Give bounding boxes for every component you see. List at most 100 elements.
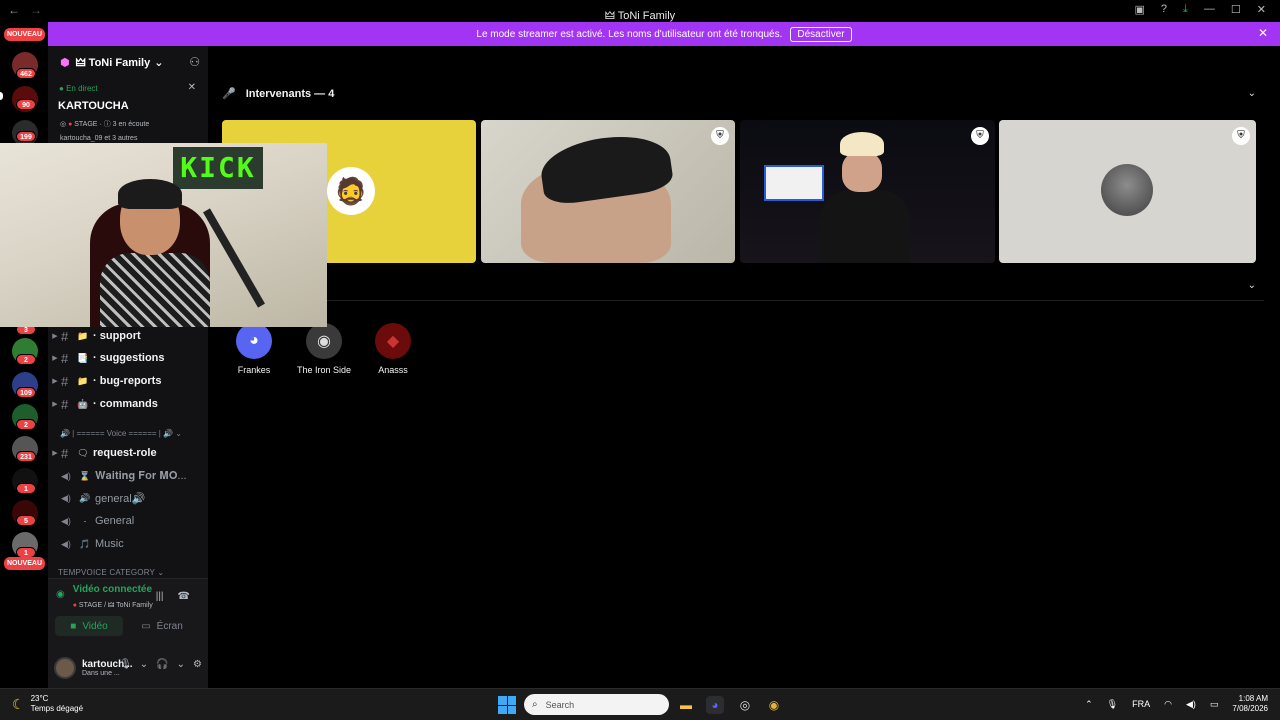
speaker-emoji-icon: 🔊 (79, 492, 91, 503)
file-explorer-icon[interactable]: ▬ (677, 696, 695, 714)
banner-close-icon[interactable]: ✕ (1258, 26, 1268, 40)
speaker-tile[interactable]: ⛨ (740, 120, 995, 263)
clock[interactable]: 1:08 AM 7/08/2026 (1232, 694, 1268, 714)
disable-streamer-button[interactable]: Désactiver (790, 26, 852, 42)
signal-icon: ◉ (56, 589, 65, 600)
unread-badge: 1 (16, 483, 36, 494)
stage-view: 🎤 Intervenants — 4 ⌄ 🧔 ⛨ ⛨ ⛨ ⌄ ◕ Frankes… (208, 46, 1280, 688)
unread-badge: 462 (16, 68, 36, 79)
headphones-icon[interactable]: 🎧 (156, 659, 168, 670)
microphone-icon[interactable]: 🎙 (119, 659, 132, 670)
chevron-down-icon[interactable]: ⌄ (1248, 280, 1256, 291)
voice-status-label[interactable]: Vidéo connectée (73, 584, 153, 595)
dot-icon: · (83, 516, 87, 526)
stage-meta: ◎ ● STAGE · ⓘ 3 en écoute (60, 121, 150, 128)
speaker-tile[interactable]: ⛨ (481, 120, 735, 263)
hash-icon: # (61, 373, 69, 389)
channel-label: · suggestions (93, 352, 165, 364)
close-window-icon[interactable]: ✕ (1257, 3, 1266, 16)
expand-arrow-icon: ▶ (52, 450, 58, 457)
disconnect-icon[interactable]: ☎ (178, 591, 190, 602)
chevron-down-icon[interactable]: ⌄ (177, 659, 185, 670)
help-icon[interactable]: ? (1161, 3, 1167, 16)
app-icon[interactable]: ◎ (736, 696, 754, 714)
microphone-icon[interactable]: 🎙 (1107, 699, 1118, 710)
voice-category-header[interactable]: 🔊 | ====== Voice ====== | 🔊 ⌄ (60, 429, 182, 438)
channel-commands[interactable]: ▶ # 🤖 · commands (48, 394, 208, 414)
tempvoice-category-header[interactable]: TEMPVOICE CATEGORY ⌄ (58, 568, 164, 577)
user-panel: kartouch... Dans une ... 🎙 ⌄ 🎧 ⌄ ⚙ (54, 653, 204, 683)
voice-panel-actions: ||| ☎ (156, 591, 190, 602)
avatar: 🧔 (327, 167, 375, 215)
channel-support[interactable]: ▶ # 📁 · support (48, 326, 208, 346)
live-stage-card[interactable]: ● En direct ✕ KARTOUCHA ◎ ● STAGE · ⓘ 3 … (48, 80, 208, 142)
expand-arrow-icon: ▶ (52, 378, 58, 385)
server-header[interactable]: ⬢ 🜲 ToNi Family ⌄ ⚇ (48, 46, 208, 78)
chevron-down-icon[interactable]: ⌄ (1248, 88, 1256, 99)
screen-share-icon: ▭ (141, 620, 151, 632)
noise-suppression-icon[interactable]: ||| (156, 591, 164, 602)
expand-arrow-icon: ▶ (52, 355, 58, 362)
video-button[interactable]: ■ Vidéo (55, 616, 123, 636)
robot-icon: 🤖 (77, 398, 89, 409)
start-button[interactable] (498, 696, 516, 714)
close-icon[interactable]: ✕ (188, 82, 196, 93)
maximize-icon[interactable]: ☐ (1231, 3, 1241, 16)
unread-badge: 109 (16, 387, 36, 398)
audience-member[interactable]: ◉ The Iron Side (289, 323, 359, 375)
new-badge: NOUVEAU (4, 557, 46, 570)
avatar: ◕ (236, 323, 272, 359)
voice-channel-waiting[interactable]: ◀) ⌛ 𝐖𝐚𝐢𝐭𝐢𝐧𝐠 𝐅𝐨𝐫 𝐌𝐎... (48, 466, 208, 486)
search-placeholder: Search (545, 699, 575, 710)
channel-suggestions[interactable]: ▶ # 📑 · suggestions (48, 348, 208, 368)
download-icon[interactable]: ⤓ (1183, 3, 1188, 16)
audience-name: Frankes (237, 365, 271, 375)
invite-icon[interactable]: ⚇ (189, 55, 200, 69)
unread-badge: 2 (16, 419, 36, 430)
banner-message: Le mode streamer est activé. Les noms d'… (476, 28, 783, 40)
audience-name: Anasss (378, 365, 408, 375)
language-indicator[interactable]: FRA (1132, 699, 1150, 709)
chevron-down-icon: ⌄ (154, 56, 164, 69)
video-feed-detail (840, 132, 884, 156)
speaker-tile[interactable]: ⛨ (999, 120, 1256, 263)
speaker-icon: ◀) (61, 492, 71, 503)
moderator-shield-icon: ⛨ (711, 127, 729, 145)
inbox-icon[interactable]: ▣ (1135, 3, 1145, 16)
voice-connection-panel: ◉ Vidéo connectée ● STAGE / 🜲 ToNi Famil… (48, 578, 208, 688)
gear-icon[interactable]: ⚙ (193, 659, 202, 670)
streamer-shirt (100, 253, 210, 327)
window-titlebar: ← → 🜲 ToNi Family ▣ ? ⤓ — ☐ ✕ (0, 0, 1280, 22)
screen-share-button[interactable]: ▭ Écran (128, 616, 196, 636)
volume-icon[interactable]: ◀) (1186, 699, 1196, 710)
avatar: ◆ (375, 323, 411, 359)
unread-badge: 5 (16, 515, 36, 526)
music-note-icon: 🎵 (79, 538, 91, 549)
channel-label: request-role (93, 447, 157, 459)
channel-request-role[interactable]: ▶ # 🗨 request-role (48, 443, 208, 463)
audience-member[interactable]: ◆ Anasss (358, 323, 428, 375)
minimize-icon[interactable]: — (1204, 3, 1215, 16)
voice-channel-music[interactable]: ◀) 🎵 Music (48, 534, 208, 554)
chevron-up-icon[interactable]: ⌃ (1085, 699, 1093, 710)
wifi-icon[interactable]: ◠ (1164, 699, 1172, 710)
voice-channel-general-2[interactable]: ◀) · General (48, 511, 208, 531)
chevron-down-icon[interactable]: ⌄ (140, 659, 148, 670)
moderator-shield-icon: ⛨ (971, 127, 989, 145)
discord-icon[interactable]: ◕ (706, 696, 724, 714)
weather-widget[interactable]: ☾ 23°C Temps dégagé (12, 694, 83, 714)
streamer-mode-banner: Le mode streamer est activé. Les noms d'… (48, 22, 1280, 46)
chrome-icon[interactable]: ◉ (765, 696, 783, 714)
battery-icon[interactable]: ▭ (1210, 699, 1219, 710)
avatar[interactable] (54, 657, 76, 679)
channel-label: General (95, 515, 135, 527)
server-rail: NOUVEAU 462 90 199 3 2 109 2 231 1 5 1 N… (0, 22, 48, 688)
taskbar-search[interactable]: ⌕ Search (524, 694, 669, 715)
mic-arm (203, 208, 265, 308)
channel-bug-reports[interactable]: ▶ # 📁 · bug-reports (48, 371, 208, 391)
unread-badge: 199 (16, 131, 36, 142)
hash-icon: # (61, 445, 69, 461)
voice-channel-general[interactable]: ◀) 🔊 general🔊 (48, 488, 208, 508)
time: 1:08 AM (1238, 694, 1268, 703)
audience-member[interactable]: ◕ Frankes (219, 323, 289, 375)
